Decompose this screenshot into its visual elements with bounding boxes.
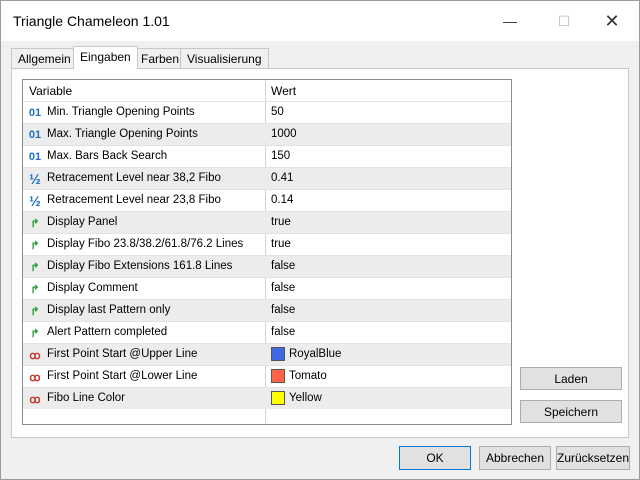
- table-row[interactable]: 01 Min. Triangle Opening Points 50: [23, 101, 511, 123]
- ok-button[interactable]: OK: [399, 446, 471, 470]
- color-swatch[interactable]: [271, 347, 285, 361]
- table-row[interactable]: ↱ Display Fibo Extensions 161.8 Lines fals…: [23, 255, 511, 277]
- tab-eingaben[interactable]: Eingaben: [73, 46, 138, 69]
- table-row[interactable]: 01 Max. Bars Back Search 150: [23, 145, 511, 167]
- table-row[interactable]: ꝏ Fibo Line Color Yellow: [23, 387, 511, 409]
- variable-value[interactable]: RoyalBlue: [289, 348, 341, 360]
- reset-button[interactable]: Zurücksetzen: [556, 446, 630, 470]
- fraction-icon: ½: [29, 171, 41, 187]
- color-icon: ꝏ: [29, 349, 41, 362]
- variable-value[interactable]: false: [271, 282, 295, 294]
- variable-name: Display last Pattern only: [47, 304, 171, 316]
- boolean-icon: ↱: [30, 283, 40, 296]
- variable-value[interactable]: 0.41: [271, 172, 293, 184]
- table-row[interactable]: ꝏ First Point Start @Upper Line RoyalBlue: [23, 343, 511, 365]
- table-row[interactable]: 01 Max. Triangle Opening Points 1000: [23, 123, 511, 145]
- variable-value[interactable]: true: [271, 238, 291, 250]
- variable-name: Max. Bars Back Search: [47, 150, 168, 162]
- variable-name: First Point Start @Upper Line: [47, 348, 198, 360]
- variable-value[interactable]: 50: [271, 106, 284, 118]
- variable-name: First Point Start @Lower Line: [47, 370, 198, 382]
- variable-name: Display Comment: [47, 282, 138, 294]
- variable-value[interactable]: false: [271, 304, 295, 316]
- table-row[interactable]: ↱ Display Panel true: [23, 211, 511, 233]
- variable-value[interactable]: 1000: [271, 128, 297, 140]
- variable-value[interactable]: 150: [271, 150, 290, 162]
- integer-icon: 01: [28, 107, 42, 119]
- close-button[interactable]: ✕: [589, 6, 635, 36]
- tab-farben[interactable]: Farben: [134, 48, 187, 68]
- color-icon: ꝏ: [29, 371, 41, 384]
- fraction-icon: ½: [29, 193, 41, 209]
- tab-allgemein[interactable]: Allgemein: [11, 48, 78, 68]
- variable-name: Display Fibo 23.8/38.2/61.8/76.2 Lines: [47, 238, 244, 250]
- header-value[interactable]: Wert: [271, 84, 296, 98]
- tab-visualisierung[interactable]: Visualisierung: [180, 48, 269, 68]
- table-row[interactable]: ½ Retracement Level near 38,2 Fibo 0.41: [23, 167, 511, 189]
- save-button[interactable]: Speichern: [520, 400, 622, 423]
- table-row[interactable]: ↱ Display Comment false: [23, 277, 511, 299]
- table-row[interactable]: ½ Retracement Level near 23,8 Fibo 0.14: [23, 189, 511, 211]
- cancel-button[interactable]: Abbrechen: [479, 446, 551, 470]
- integer-icon: 01: [28, 151, 42, 163]
- load-button[interactable]: Laden: [520, 367, 622, 390]
- variable-name: Display Fibo Extensions 161.8 Lines: [47, 260, 233, 272]
- variable-name: Retracement Level near 23,8 Fibo: [47, 194, 221, 206]
- variable-name: Display Panel: [47, 216, 118, 228]
- maximize-button[interactable]: ☐: [541, 6, 587, 36]
- grid-header: Variable Wert: [23, 80, 511, 100]
- variable-name: Alert Pattern completed: [47, 326, 168, 338]
- variable-value[interactable]: false: [271, 260, 295, 272]
- variable-name: Fibo Line Color: [47, 392, 125, 404]
- variable-value[interactable]: 0.14: [271, 194, 293, 206]
- title-bar: Triangle Chameleon 1.01 — ☐ ✕: [1, 1, 639, 41]
- table-row[interactable]: ↱ Display Fibo 23.8/38.2/61.8/76.2 Lines t…: [23, 233, 511, 255]
- variable-value[interactable]: false: [271, 326, 295, 338]
- variable-value[interactable]: Yellow: [289, 392, 322, 404]
- variable-name: Max. Triangle Opening Points: [47, 128, 198, 140]
- boolean-icon: ↱: [30, 217, 40, 230]
- color-swatch[interactable]: [271, 369, 285, 383]
- minimize-button[interactable]: —: [487, 6, 533, 36]
- integer-icon: 01: [28, 129, 42, 141]
- variable-value[interactable]: true: [271, 216, 291, 228]
- table-row[interactable]: ↱ Alert Pattern completed false: [23, 321, 511, 343]
- header-variable[interactable]: Variable: [29, 84, 72, 98]
- boolean-icon: ↱: [30, 327, 40, 340]
- variable-name: Min. Triangle Opening Points: [47, 106, 195, 118]
- parameter-grid: Variable Wert 01 Min. Triangle Opening Po…: [22, 79, 512, 425]
- dialog-window: Triangle Chameleon 1.01 — ☐ ✕ Allgemein …: [0, 0, 640, 480]
- boolean-icon: ↱: [30, 305, 40, 318]
- inputs-tab-panel: Variable Wert 01 Min. Triangle Opening Po…: [11, 68, 629, 438]
- variable-value[interactable]: Tomato: [289, 370, 327, 382]
- color-swatch[interactable]: [271, 391, 285, 405]
- window-title: Triangle Chameleon 1.01: [13, 13, 170, 29]
- variable-name: Retracement Level near 38,2 Fibo: [47, 172, 221, 184]
- table-row[interactable]: ꝏ First Point Start @Lower Line Tomato: [23, 365, 511, 387]
- boolean-icon: ↱: [30, 239, 40, 252]
- table-row[interactable]: ↱ Display last Pattern only false: [23, 299, 511, 321]
- boolean-icon: ↱: [30, 261, 40, 274]
- color-icon: ꝏ: [29, 393, 41, 406]
